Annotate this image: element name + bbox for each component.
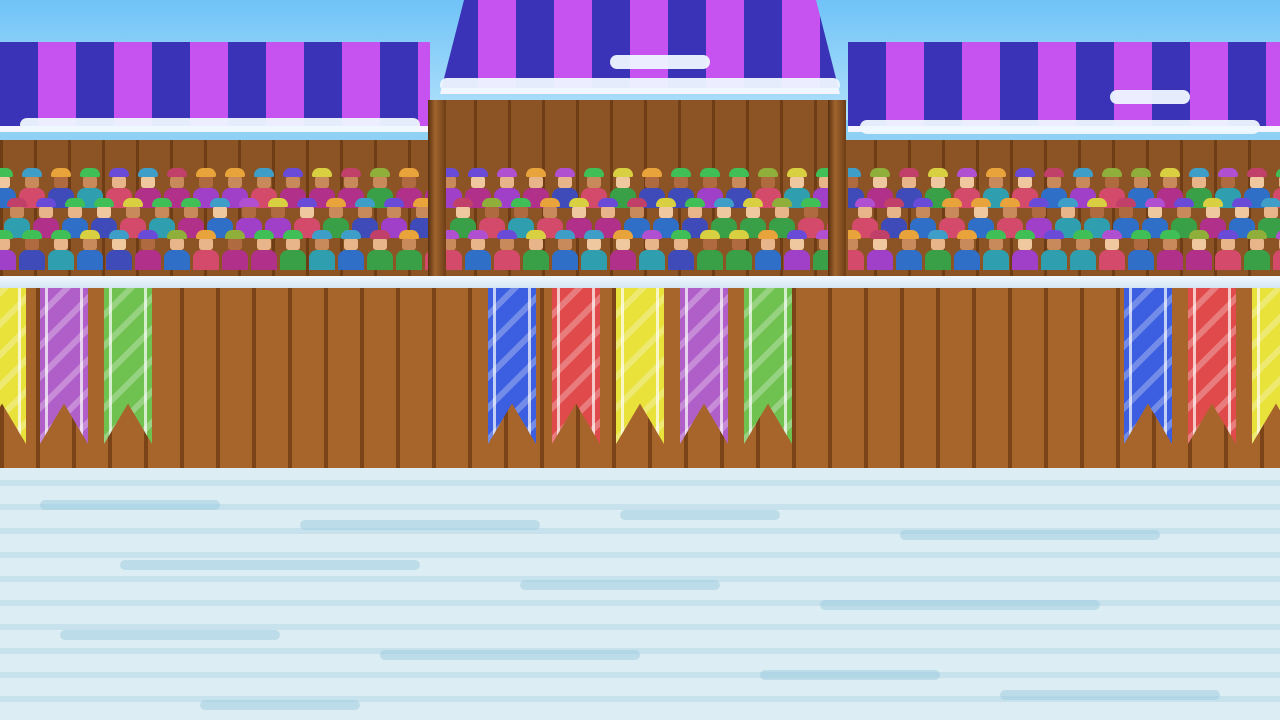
jousting-arena-scene (0, 0, 1280, 720)
spectator (1128, 230, 1154, 270)
spectator (523, 230, 549, 270)
spectator (77, 230, 103, 270)
canopy-snow (610, 55, 710, 69)
spectator (867, 230, 893, 270)
snow-drift (60, 630, 280, 640)
spectator (954, 230, 980, 270)
spectator (446, 230, 462, 270)
snow-drift (200, 700, 360, 710)
spectator (697, 230, 723, 270)
spectator (222, 230, 248, 270)
spectator (164, 230, 190, 270)
spectator (193, 230, 219, 270)
spectator (106, 230, 132, 270)
snow-drift (300, 520, 540, 530)
canopy-snow (20, 118, 420, 132)
snow-drift (900, 530, 1160, 540)
spectator (338, 230, 364, 270)
spectator (848, 230, 864, 270)
spectator (639, 230, 665, 270)
spectator (755, 230, 781, 270)
right-striped-canopy (848, 42, 1280, 132)
spectator (1273, 230, 1280, 270)
spectator (726, 230, 752, 270)
crowd-right (848, 158, 1280, 278)
spectator (0, 230, 16, 270)
spectator (1215, 230, 1241, 270)
snow-drift (380, 650, 640, 660)
spectator (610, 230, 636, 270)
stand-post-right (828, 100, 846, 285)
spectator (48, 230, 74, 270)
spectator (1099, 230, 1125, 270)
snow-drift (760, 670, 940, 680)
snow-drift (520, 580, 720, 590)
spectator (581, 230, 607, 270)
spectator (19, 230, 45, 270)
snow-drift (820, 600, 1100, 610)
spectator (309, 230, 335, 270)
spectator (1070, 230, 1096, 270)
snow-drift (1000, 690, 1220, 700)
spectator (925, 230, 951, 270)
spectator (280, 230, 306, 270)
spectator (1244, 230, 1270, 270)
spectator (784, 230, 810, 270)
spectator (367, 230, 393, 270)
spectator (1186, 230, 1212, 270)
spectator (396, 230, 422, 270)
crowd-left (0, 158, 428, 278)
spectator (1012, 230, 1038, 270)
canopy-snow (1110, 90, 1190, 104)
spectator (1041, 230, 1067, 270)
spectator (668, 230, 694, 270)
canopy-snow (860, 120, 1260, 134)
spectator (494, 230, 520, 270)
spectator (896, 230, 922, 270)
crowd-center (446, 158, 828, 278)
snow-drift (120, 560, 420, 570)
spectator (552, 230, 578, 270)
snow-drift (40, 500, 220, 510)
spectator (1157, 230, 1183, 270)
spectator (465, 230, 491, 270)
spectator (813, 230, 828, 270)
spectator (135, 230, 161, 270)
spectator (251, 230, 277, 270)
spectator (983, 230, 1009, 270)
snow-drift (620, 510, 780, 520)
stand-post-left (428, 100, 446, 285)
canopy-snow (440, 78, 840, 92)
